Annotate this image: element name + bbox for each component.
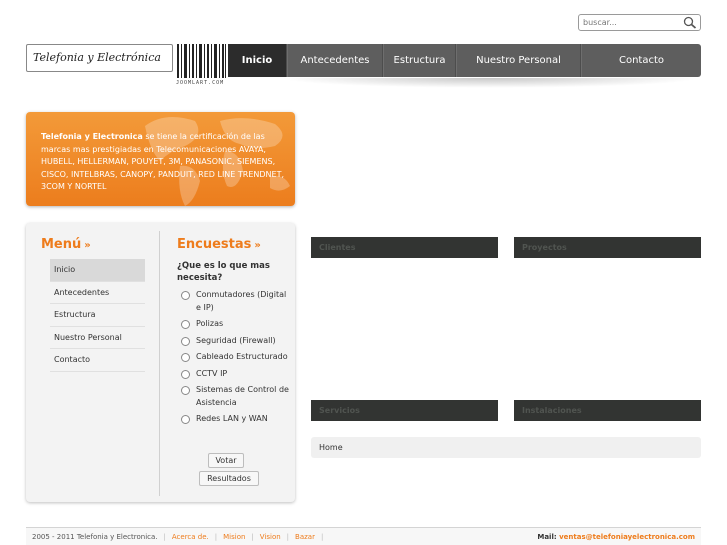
double-chevron-icon: » — [254, 240, 261, 251]
double-chevron-icon: » — [84, 240, 91, 251]
site-logo[interactable]: Telefonia y Electrónica — [26, 44, 173, 72]
footer-separator: | — [163, 532, 166, 541]
results-button[interactable]: Resultados — [199, 471, 259, 486]
radio-button[interactable] — [181, 353, 190, 362]
poll-option[interactable]: Sistemas de Control de Asistencia — [177, 384, 289, 409]
nav-contacto[interactable]: Contacto — [581, 44, 701, 77]
poll-option-label: Conmutadores (Digital e IP) — [196, 290, 287, 312]
menu-item-antecedentes[interactable]: Antecedentes — [50, 282, 145, 304]
panel-proyectos: Proyectos — [514, 237, 701, 258]
footer-separator: | — [320, 532, 324, 541]
nav-shadow — [280, 78, 700, 88]
poll-option-label: Polizas — [196, 319, 224, 328]
main-nav: Inicio Antecedentes Estructura Nuestro P… — [228, 44, 701, 77]
footer: 2005 - 2011 Telefonia y Electronica. | A… — [26, 527, 701, 545]
menu-item-contacto[interactable]: Contacto — [50, 349, 145, 372]
menu-item-inicio[interactable]: Inicio — [50, 259, 145, 282]
panel-instalaciones: Instalaciones — [514, 400, 701, 421]
nav-estructura[interactable]: Estructura — [383, 44, 456, 77]
breadcrumb-home[interactable]: Home — [319, 443, 343, 452]
footer-link-vision[interactable]: Vision — [260, 533, 281, 541]
search-box — [578, 14, 701, 31]
footer-copyright: 2005 - 2011 Telefonia y Electronica. — [32, 532, 158, 541]
poll-title-text: Encuestas — [177, 237, 252, 252]
footer-mail-link[interactable]: ventas@telefoniayelectronica.com — [559, 533, 695, 541]
nav-nuestro-personal[interactable]: Nuestro Personal — [456, 44, 581, 77]
radio-button[interactable] — [181, 291, 190, 300]
radio-button[interactable] — [181, 386, 190, 395]
footer-separator: | — [251, 532, 254, 541]
barcode-caption: JOOMLART.COM — [176, 80, 225, 86]
footer-separator: | — [286, 532, 290, 541]
vote-button[interactable]: Votar — [208, 453, 244, 468]
side-menu: Inicio Antecedentes Estructura Nuestro P… — [50, 259, 145, 372]
poll-option[interactable]: Polizas — [177, 318, 289, 331]
poll-form: ¿Que es lo que mas necesita? Conmutadore… — [177, 260, 289, 430]
certification-banner: Telefonia y Electronica se tiene la cert… — [26, 112, 295, 206]
footer-link-bazar[interactable]: Bazar — [295, 533, 315, 541]
banner-company: Telefonia y Electronica — [41, 132, 143, 141]
poll-option-label: Cableado Estructurado — [196, 352, 288, 361]
poll-option-label: CCTV IP — [196, 368, 228, 378]
footer-mail-label: Mail: — [537, 532, 557, 541]
poll-option[interactable]: Conmutadores (Digital e IP) — [177, 289, 289, 314]
nav-inicio[interactable]: Inicio — [228, 44, 287, 77]
footer-link-acerca[interactable]: Acerca de. — [172, 533, 209, 541]
poll-option-label: Seguridad (Firewall) — [196, 335, 276, 345]
radio-button[interactable] — [181, 369, 190, 379]
menu-title: Menú» — [41, 237, 91, 252]
menu-item-estructura[interactable]: Estructura — [50, 304, 145, 327]
poll-option[interactable]: Cableado Estructurado — [177, 351, 289, 364]
poll-question: ¿Que es lo que mas necesita? — [177, 261, 270, 283]
poll-option-label: Redes LAN y WAN — [196, 414, 268, 423]
column-divider — [159, 231, 160, 496]
barcode-graphic — [177, 44, 226, 78]
menu-title-text: Menú — [41, 237, 82, 252]
breadcrumb: Home — [311, 437, 701, 458]
poll-option[interactable]: Redes LAN y WAN — [177, 413, 289, 426]
banner-text: Telefonia y Electronica se tiene la cert… — [41, 131, 286, 194]
search-icon[interactable] — [683, 16, 697, 29]
search-input[interactable] — [579, 15, 679, 30]
poll-title: Encuestas» — [177, 237, 261, 252]
poll-option[interactable]: Seguridad (Firewall) — [177, 335, 289, 348]
footer-link-mision[interactable]: Mision — [223, 533, 245, 541]
sidebar-box: Menú» Inicio Antecedentes Estructura Nue… — [26, 223, 295, 502]
radio-button[interactable] — [181, 415, 190, 424]
footer-mail: Mail: ventas@telefoniayelectronica.com — [537, 533, 695, 541]
panel-servicios: Servicios — [311, 400, 498, 421]
radio-button[interactable] — [181, 320, 190, 329]
panel-clientes: Clientes — [311, 237, 498, 258]
radio-button[interactable] — [181, 336, 190, 346]
nav-antecedentes[interactable]: Antecedentes — [287, 44, 383, 77]
poll-option[interactable]: CCTV IP — [177, 368, 289, 381]
poll-option-label: Sistemas de Control de Asistencia — [196, 385, 289, 407]
footer-separator: | — [214, 532, 218, 541]
menu-item-nuestro-personal[interactable]: Nuestro Personal — [50, 327, 145, 349]
